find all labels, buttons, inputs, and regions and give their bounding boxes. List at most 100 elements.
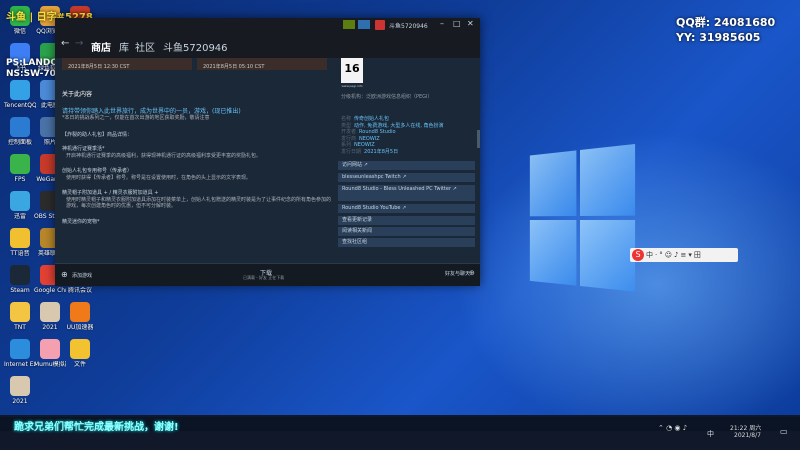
ime-item[interactable]: 中 [646,251,655,259]
desktop-icon-label: 文件 [73,361,86,368]
desktop-icon[interactable]: 2021 [34,302,66,331]
add-game-icon[interactable]: ⊕ [61,270,68,279]
app-icon [70,339,90,359]
desktop-icon[interactable]: Internet Explorer [4,339,36,368]
qq-group: QQ群: 24081680 [676,16,776,29]
bullet-item: 精灵帽子附加道具 + / 精灵衣服附加道具 + 使用时精灵帽子和精灵衣服附加道具添… [62,190,332,210]
desktop-icon[interactable]: TT语音 [4,228,36,257]
desktop-icon[interactable]: TNT [4,302,36,331]
ime-item[interactable]: 田 [694,251,703,259]
meta-key: 发行日期 [341,148,362,155]
desktop-icon-label: TT语音 [10,250,30,257]
tray-icons[interactable]: ⌃ ◔ ◉ ♪ [658,424,687,432]
description: 关于此内容 请持带领你踏入此世界旅行，成为世界中的一员，游戏，(现已推出) *本… [62,91,332,280]
meta-value[interactable]: NEOWIZ [354,142,375,148]
app-icon [40,339,60,359]
meta-value[interactable]: 2021年8月5日 [364,149,398,155]
scrollbar[interactable] [477,130,480,148]
language-indicator[interactable]: 中 [707,429,714,439]
close-button[interactable]: ✕ [467,19,474,28]
sidebar-link[interactable]: 访问网站 ↗ [338,161,475,170]
meta-row: 发行日期 2021年8月5日 [341,149,475,156]
meta-value[interactable]: 传奇创始人礼包 [354,116,389,122]
bullet-body: 使用时获得【传承者】称号。称号是在设置使用时，在角色的头上显示的文字表现。 [66,174,252,181]
notification-icon[interactable] [343,20,355,29]
bullet-body: 使用时精灵帽子和精灵衣服附加道具添加在时装菜单上，创始人礼包赠送的精灵时装是为了… [66,196,332,210]
desktop-icon[interactable]: 文件 [64,339,96,368]
tab-store[interactable]: 商店 [91,39,111,54]
desktop-icon-label: Google Chrome [34,287,66,294]
avatar[interactable] [375,20,385,30]
sidebar-link[interactable]: blesseunleashpc Twitch ↗ [338,173,475,182]
steam-footer: ⊕ 添加游戏 下载 已满载 - 好友 正在下载 好友与聊天 ⊕ [55,263,480,286]
desktop-icon[interactable]: Mumu模拟器 [34,339,66,368]
yy-channel: YY: 31985605 [676,31,761,44]
app-icon [10,228,30,248]
sidebar-link[interactable]: 查看更新记录 [338,216,475,225]
meta-list: 名称 传奇创始人礼包 类型 动作, 免费游戏, 大型多人在线, 角色扮演 开发者 Roun… [341,116,475,155]
meta-key: 发行商 [341,135,357,142]
account-name[interactable]: 斗鱼5720946 [389,21,428,30]
ime-toolbar[interactable]: S 中·°☺♪≡▾田 [630,248,738,262]
sogou-icon[interactable]: S [632,249,644,261]
screenshot-thumb[interactable]: 2021年8月5日 12:30 CST [62,58,192,70]
nav-bar: ← → 商店 库 社区 斗鱼5720946 [55,33,480,58]
clock-time[interactable]: 21:22 周六 [730,423,761,432]
chat-icon[interactable] [358,20,370,29]
maximize-button[interactable]: □ [453,19,461,28]
bullet-item: 精灵迷你的宠物* [62,219,332,226]
sidebar-link[interactable]: 查找社区组 [338,238,475,247]
bullet-heading: 精灵迷你的宠物* [62,218,100,225]
app-icon [10,191,30,211]
title-bar: 斗鱼5720946 – □ ✕ [55,18,480,33]
add-game-button[interactable]: 添加游戏 [72,272,92,279]
notification-center-icon[interactable]: ▭ [780,427,788,436]
desktop-icon[interactable]: FPS [4,154,36,183]
minimize-button[interactable]: – [440,19,444,28]
meta-value[interactable]: NEOWIZ [359,136,380,142]
sidebar-link[interactable]: Round8 Studio - Bless Unleashed PC Twitt… [338,185,475,201]
bullet-body: 开启神机通行证赛季的高级福利，获得现神机通行证的高级福利享受更丰富的奖励礼包。 [66,152,262,159]
clock-date[interactable]: 2021/8/7 [734,432,761,439]
desktop-icon-label: TencentQQ [4,102,36,109]
meta-value[interactable]: 动作, 免费游戏, 大型多人在线, 角色扮演 [354,123,444,129]
desktop-icon[interactable]: UU加速器 [64,302,96,331]
desktop-icon[interactable]: Steam [4,265,36,294]
meta-key: 类型 [341,122,352,129]
desktop-icon-label: UU加速器 [66,324,94,331]
back-icon[interactable]: ← [61,38,69,49]
tab-library[interactable]: 库 [119,39,129,54]
sidebar-link[interactable]: Round8 Studio YouTube ↗ [338,204,475,213]
thumb-date: 2021年8月5日 12:30 CST [68,64,130,70]
ticker-text: 跪求兄弟们帮忙完成最新挑战，谢谢! [14,422,179,433]
ime-item[interactable]: ☺ [665,251,674,259]
desktop-icon-label: 腾讯会议 [67,287,92,294]
desktop-icon[interactable]: 迅雷 [4,191,36,220]
screenshot-thumb[interactable]: 2021年8月5日 05:10 CST [197,58,327,70]
desktop-icon-label: 微信 [13,28,26,35]
tab-community[interactable]: 社区 [135,39,155,54]
meta-key: 名称 [341,116,352,122]
rating-caption: 分级机构：泛欧洲游戏信息组织（PEGI） [341,94,433,100]
desktop-icon-label: TNT [14,324,26,331]
friends-chat-button[interactable]: 好友与聊天 [445,270,470,277]
sidebar-link[interactable]: 阅读相关新闻 [338,227,475,236]
windows-logo [529,144,640,297]
pegi-site: www.pegi.info [341,84,363,88]
desktop-icon[interactable]: 2021 [4,376,36,405]
links-list: 访问网站 ↗ blesseunleashpc Twitch ↗ Round8 Stu… [338,161,475,249]
app-icon [40,302,60,322]
desktop-icon[interactable]: TencentQQ [4,80,36,109]
desktop-icon[interactable]: 控制面板 [4,117,36,146]
tab-profile[interactable]: 斗鱼5720946 [163,39,228,54]
taskbar: 跪求兄弟们帮忙完成最新挑战，谢谢! ⌃ ◔ ◉ ♪ 中 21:22 周六 202… [0,415,800,450]
friends-plus-icon[interactable]: ⊕ [469,269,475,277]
desktop-icon-label: Mumu模拟器 [34,361,66,368]
meta-value[interactable]: Round8 Studio [359,129,396,135]
app-icon [10,154,30,174]
desktop-icon-label: FPS [14,176,26,183]
app-icon [10,302,30,322]
downloads-status: 已满载 - 好友 正在下载 [243,275,285,280]
forward-icon[interactable]: → [75,38,83,49]
desktop-icon-label: 控制面板 [7,139,32,146]
